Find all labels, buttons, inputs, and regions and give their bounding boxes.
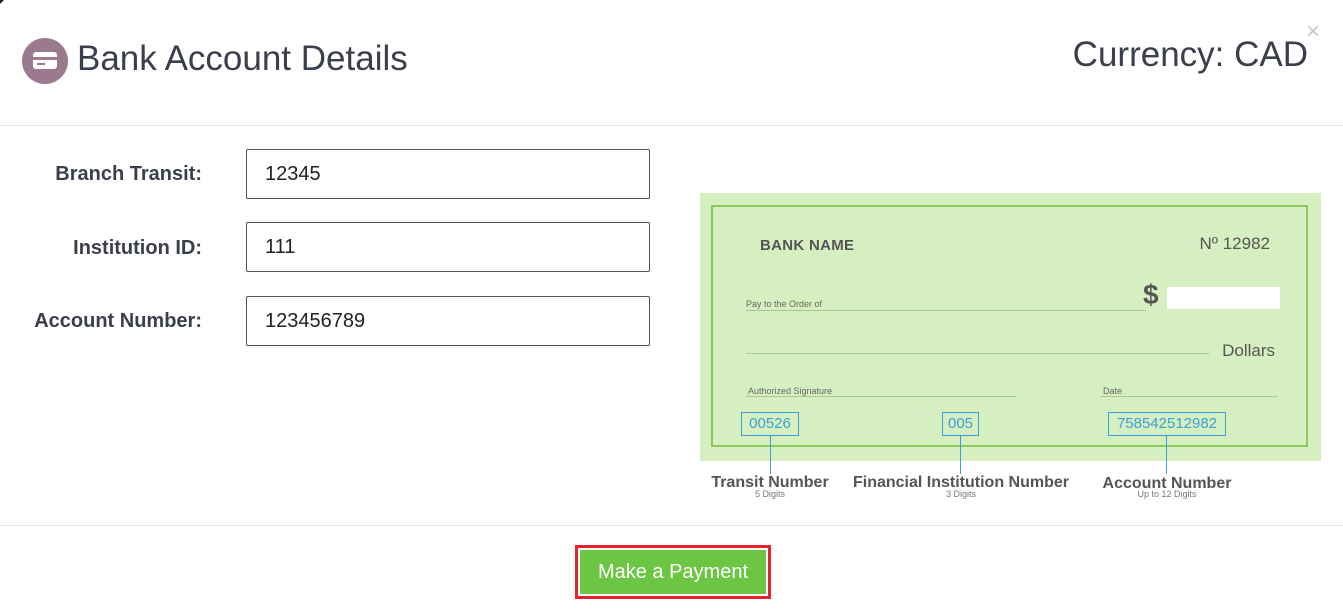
- cheque-pay-to-label: Pay to the Order of: [746, 299, 823, 309]
- branch-transit-label: Branch Transit:: [55, 163, 202, 185]
- cheque-amount-box: [1167, 287, 1280, 309]
- cheque-dollars-line: [746, 353, 1209, 354]
- footer-divider: [0, 525, 1343, 526]
- institution-id-input[interactable]: [246, 222, 650, 272]
- make-payment-label: Make a Payment: [580, 550, 766, 594]
- institution-id-label: Institution ID:: [73, 237, 202, 259]
- account-pointer: [1166, 436, 1167, 474]
- cheque-date-label: Date: [1103, 386, 1123, 396]
- make-payment-button[interactable]: Make a Payment: [575, 545, 771, 599]
- cheque-bank-name: BANK NAME: [760, 237, 855, 254]
- cheque-date-line: [1101, 396, 1278, 397]
- modal-header: Bank Account Details Currency: CAD ×: [0, 0, 1343, 126]
- account-number-label: Account Number:: [34, 310, 202, 332]
- transit-pointer: [770, 436, 771, 474]
- transit-caption-sub: 5 Digits: [754, 489, 785, 499]
- cheque-body: BANK NAME Nº 12982 Pay to the Order of $…: [711, 205, 1308, 447]
- currency-label: Currency: CAD: [1072, 35, 1308, 74]
- close-icon[interactable]: ×: [1306, 20, 1320, 44]
- credit-card-icon: [22, 38, 68, 84]
- cheque-pay-line: [746, 310, 1146, 311]
- institution-code-box: 005: [942, 412, 979, 436]
- account-number-input[interactable]: [246, 296, 650, 346]
- institution-caption-sub: 3 Digits: [945, 489, 976, 499]
- account-code-box: 758542512982: [1108, 412, 1226, 436]
- cheque-dollars-label: Dollars: [1222, 341, 1275, 360]
- cheque-signature-line: [746, 396, 1016, 397]
- cheque-number: Nº 12982: [1199, 234, 1270, 253]
- page-title: Bank Account Details: [77, 39, 408, 78]
- cheque-dollar-sign: $: [1143, 279, 1159, 310]
- institution-pointer: [960, 436, 961, 474]
- cheque-signature-label: Authorized Signature: [748, 386, 833, 396]
- branch-transit-input[interactable]: [246, 149, 650, 199]
- account-caption-sub: Up to 12 Digits: [1137, 489, 1197, 499]
- transit-code-box: 00526: [741, 412, 799, 436]
